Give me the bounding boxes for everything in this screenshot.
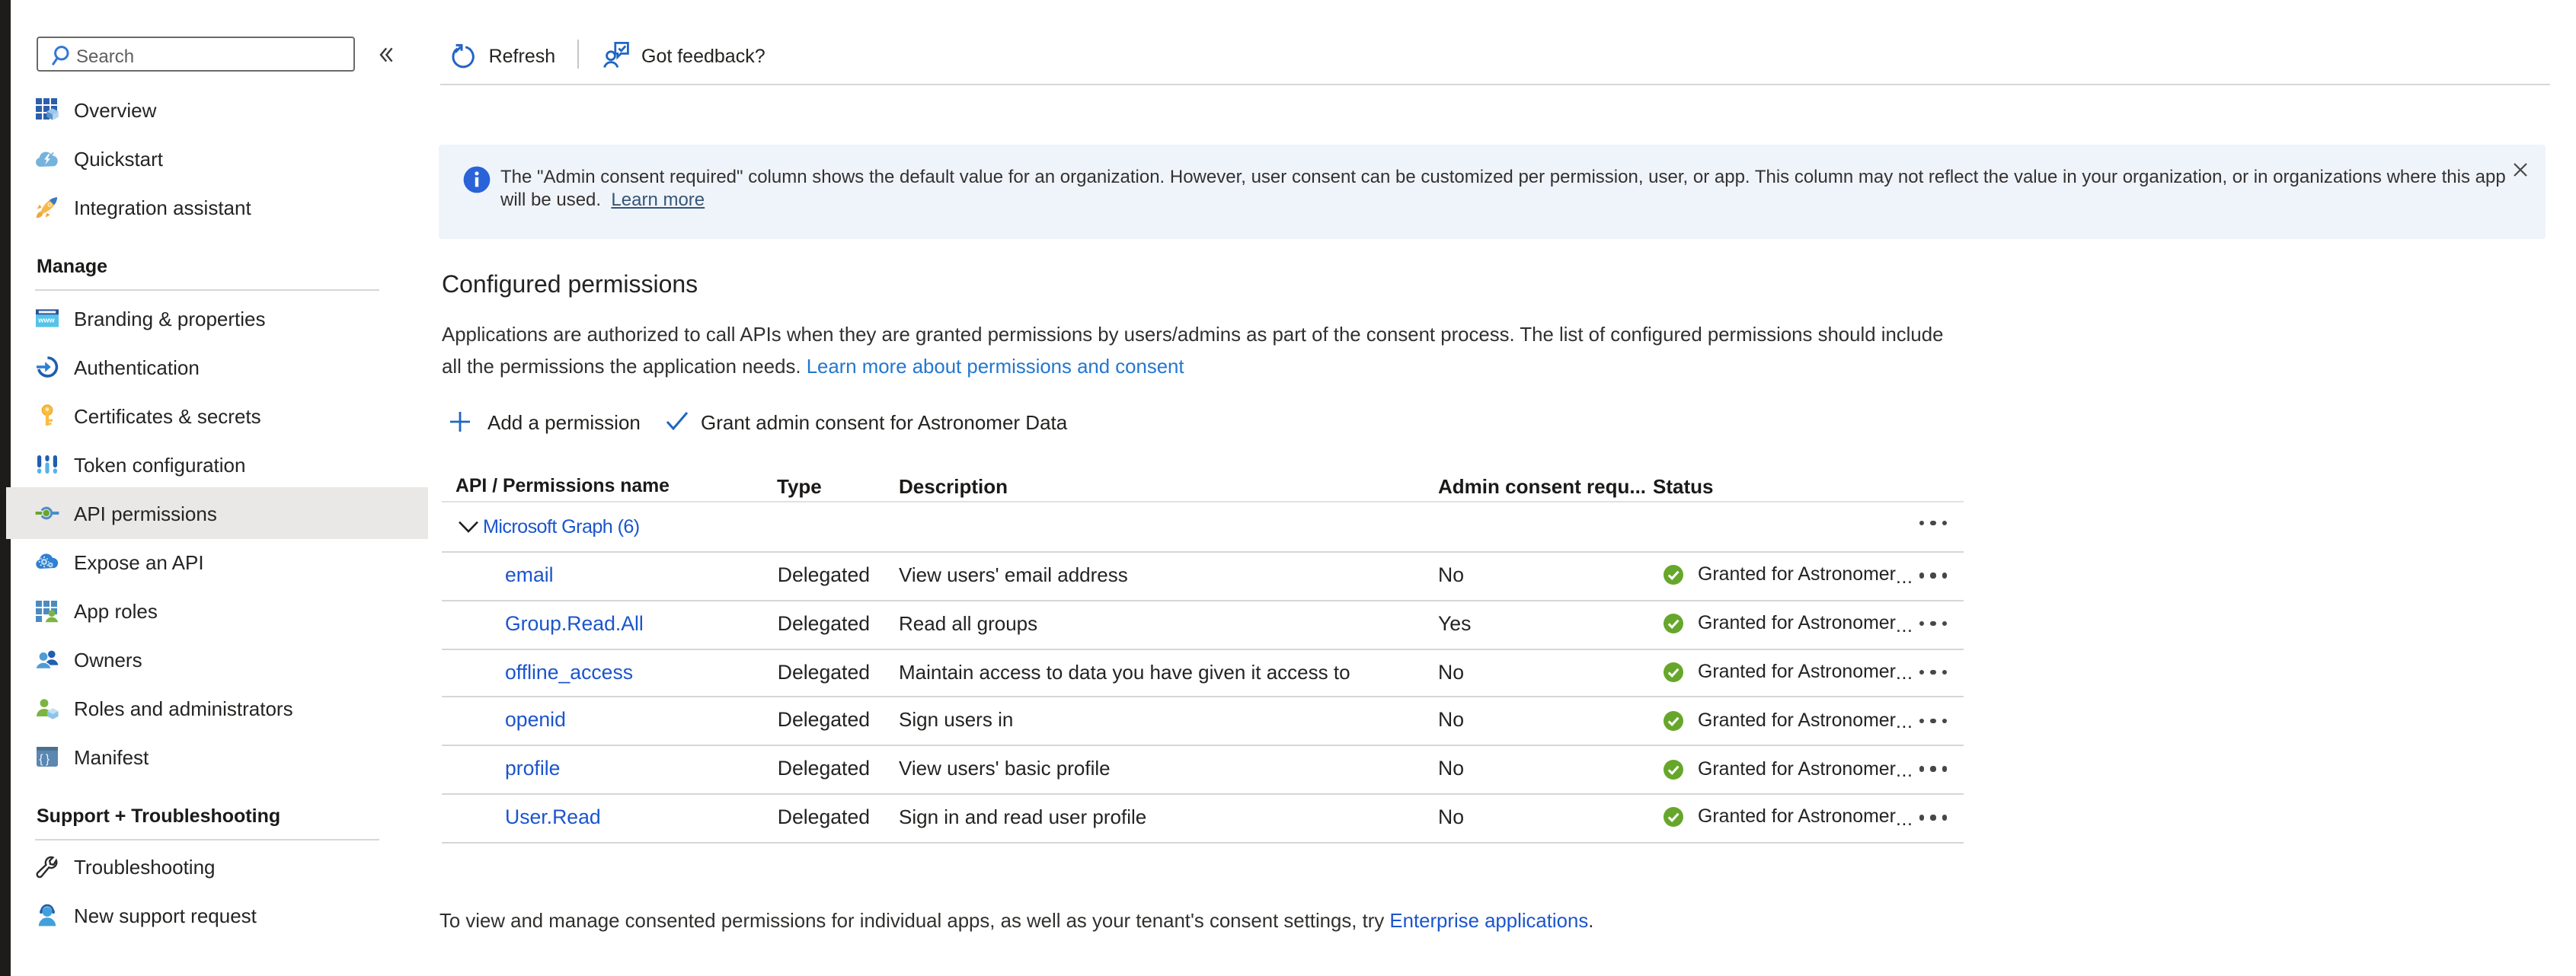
svg-text:www: www <box>37 317 55 324</box>
svg-text:{ }: { } <box>39 753 50 766</box>
